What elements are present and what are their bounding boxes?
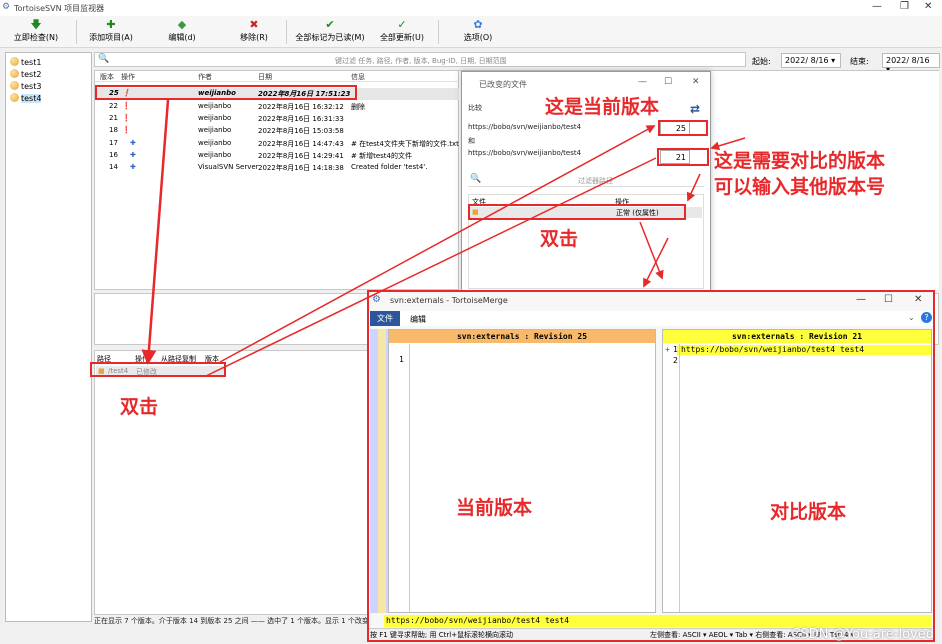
annotation-compare-version-1: 这是需要对比的版本: [714, 150, 886, 172]
watermark: CSDN @You-are-loved: [791, 627, 934, 642]
annotation-current-version: 这是当前版本: [545, 96, 660, 118]
annotation-left-current: 当前版本: [456, 497, 533, 519]
annotation-arrows: [141, 99, 746, 377]
annotation-double-click-file: 双击: [540, 228, 579, 250]
arrow-line-compare: [205, 157, 657, 377]
arrow-to-file-row: [686, 173, 701, 202]
arrow-to-path-row: [141, 99, 170, 365]
arrow-to-merge-window-1: [639, 221, 664, 280]
annotation-double-click-path: 双击: [120, 396, 159, 418]
annotation-right-compare: 对比版本: [770, 501, 847, 523]
annotation-compare-version-2: 可以输入其他版本号: [714, 176, 886, 198]
arrow-to-current-revision: [219, 125, 656, 363]
arrow-to-merge-window-2: [643, 237, 669, 288]
